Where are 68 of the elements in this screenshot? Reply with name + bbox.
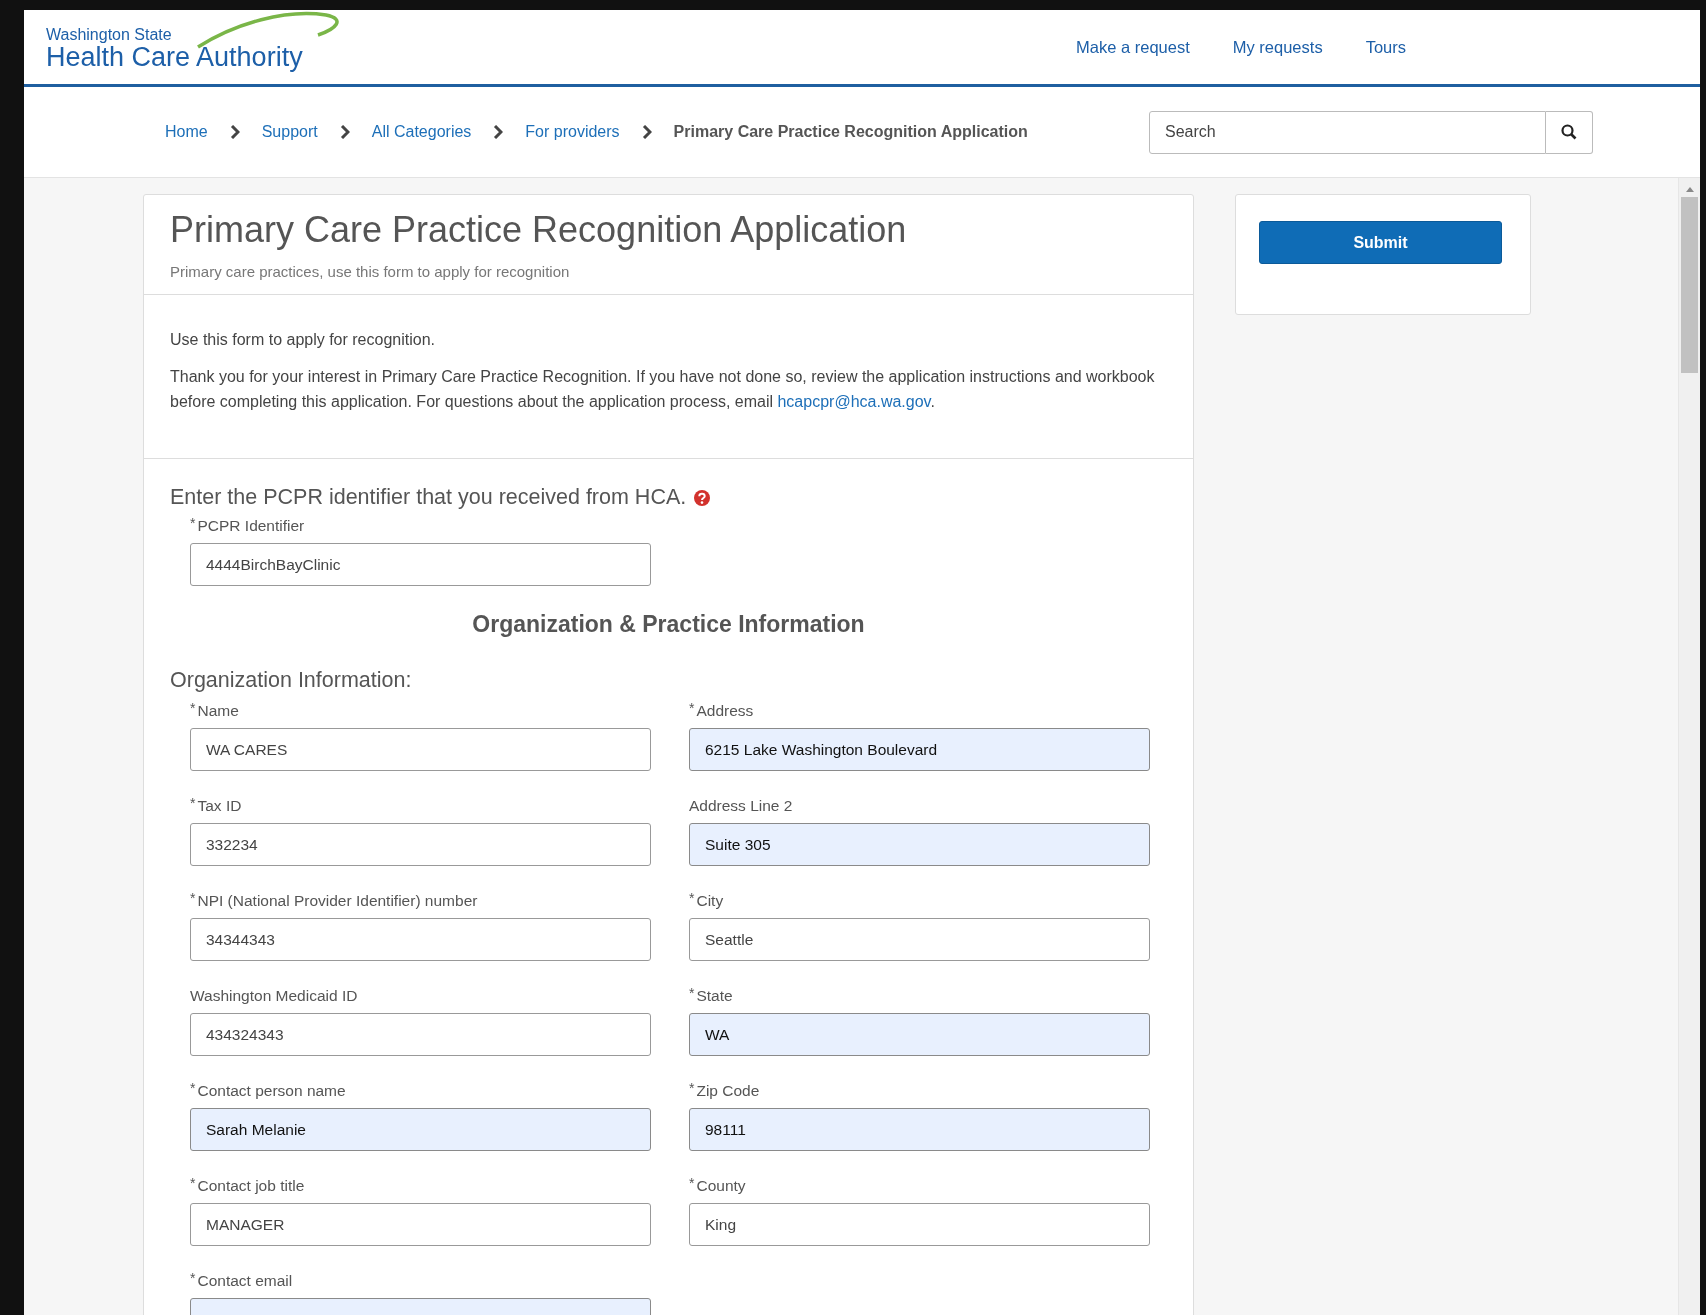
field-label: Contact email [197,1272,293,1290]
required-mark: * [689,702,695,714]
section-title: Organization & Practice Information [471,611,866,638]
required-mark: * [689,1177,695,1189]
input-field[interactable]: 4444BirchBayClinic [190,543,651,586]
field-label: Contact person name [197,1082,346,1100]
input-field[interactable]: 6215 Lake Washington Boulevard [689,728,1150,771]
input-field[interactable]: MANAGER [190,1203,651,1246]
form-subtitle: Primary care practices, use this form to apply for recognition [170,263,571,280]
search-icon [1561,124,1577,140]
nav-link[interactable]: Tours [1365,37,1406,57]
subsection-title: Organization Information: [170,668,413,693]
breadcrumb-current: Primary Care Practice Recognition Application [673,123,1028,141]
email-link[interactable]: hcapcpr@hca.wa.gov [777,393,931,410]
required-mark: * [689,987,695,999]
nav-link[interactable]: My requests [1232,37,1323,57]
field-label: Zip Code [696,1082,760,1100]
input-field[interactable]: Sarah Melanie [190,1108,651,1151]
required-mark: * [689,1082,695,1094]
nav-link[interactable]: Make a request [1076,37,1190,57]
input-field[interactable]: WA CARES [190,728,651,771]
scrollbar-thumb[interactable] [1681,197,1698,373]
field-label: Contact job title [197,1177,305,1195]
field-label: City [696,892,724,910]
search-field[interactable]: Search [1149,110,1546,154]
logo-subtitle: Washington State [46,27,173,43]
field-label: Name [197,702,239,720]
field-label: PCPR Identifier [197,517,305,535]
required-mark: * [190,1082,196,1094]
field-label: County [696,1177,746,1195]
required-mark: * [190,517,196,529]
breadcrumb-link[interactable]: For providers [525,123,620,141]
input-field[interactable]: Seattle [689,918,1150,961]
input-field[interactable]: 98111 [689,1108,1150,1151]
field-label: Washington Medicaid ID [190,987,358,1005]
breadcrumb-link[interactable]: All Categories [371,123,472,141]
required-mark: * [190,1272,196,1284]
input-field[interactable]: King [689,1203,1150,1246]
chevron-icon [229,125,240,139]
required-mark: * [689,892,695,904]
field-label: State [696,987,733,1005]
section-heading: Enter the PCPR identifier that you received from HCA. [170,485,687,510]
input-field[interactable]: 434324343 [190,1013,651,1056]
breadcrumb-link[interactable]: Home [165,123,208,141]
field-label: NPI (National Provider Identifier) number [197,892,478,910]
search-button[interactable] [1546,110,1593,154]
scroll-up-icon[interactable] [1684,186,1695,193]
submit-button[interactable]: Submit [1259,221,1502,264]
help-icon[interactable] [694,489,711,506]
input-field[interactable]: 332234 [190,823,651,866]
logo-title: Health Care Authority [46,43,303,71]
required-mark: * [190,797,196,809]
chevron-icon [339,125,350,139]
input-field[interactable]: WA [689,1013,1150,1056]
input-field[interactable]: 34344343 [190,918,651,961]
required-mark: * [190,892,196,904]
field-label: Tax ID [197,797,242,815]
intro-text: Use this form to apply for recognition. [170,330,436,350]
required-mark: * [190,702,196,714]
field-label: Address Line 2 [689,797,793,815]
input-field[interactable]: Suite 305 [689,823,1150,866]
field-label: Address [696,702,754,720]
chevron-icon [641,125,652,139]
required-mark: * [190,1177,196,1189]
chevron-icon [493,125,504,139]
breadcrumb-link[interactable]: Support [261,123,318,141]
intro-paragraph: Thank you for your interest in Primary Care Practice Recognition. If you have not done so, review the application instructions and workbook before completing this application. For questions about the application process, email hcapcpr@hca.wa.gov. [170,367,1156,412]
form-title: Primary Care Practice Recognition Application [170,209,908,251]
